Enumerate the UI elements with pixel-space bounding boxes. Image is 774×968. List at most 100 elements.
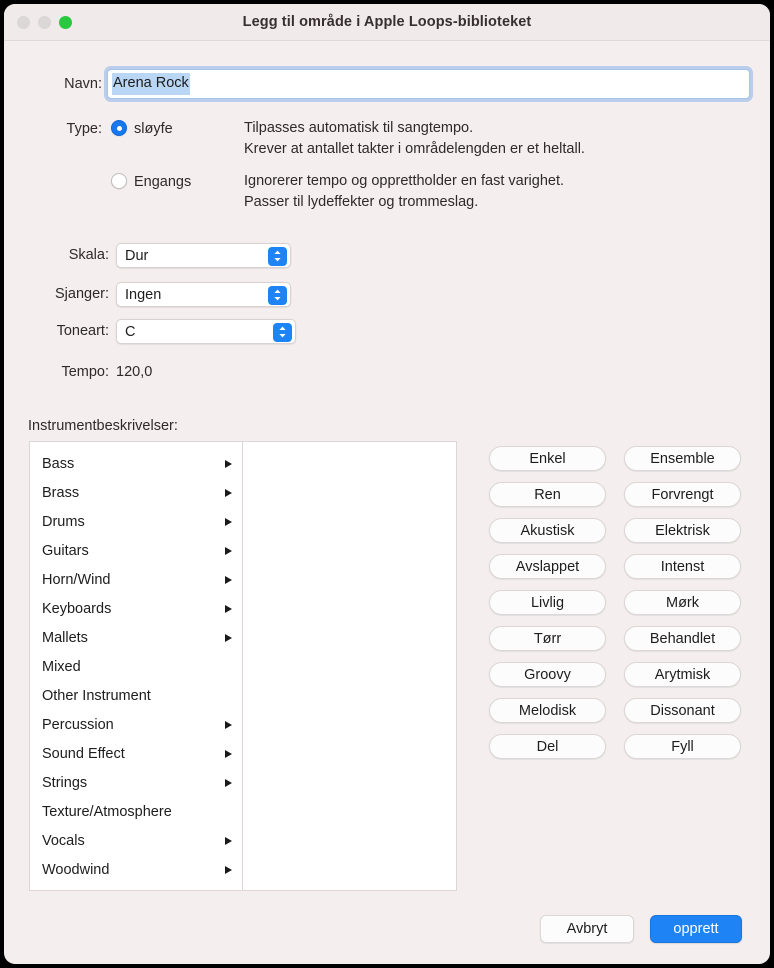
loop-description-line-2: Krever at antallet takter i områdelengde…	[244, 141, 585, 157]
genre-label: Sjanger:	[54, 286, 109, 302]
genre-stepper-icon[interactable]	[268, 285, 287, 305]
radio-loop-label: sløyfe	[134, 121, 173, 137]
oneshot-description-line-1: Ignorerer tempo og opprettholder en fast…	[244, 173, 564, 189]
list-item-label: Bass	[42, 455, 75, 472]
list-item[interactable]: Horn/Wind	[30, 565, 242, 594]
descriptor-button[interactable]: Enkel	[489, 446, 606, 471]
tempo-label: Tempo:	[61, 364, 109, 380]
tempo-value: 120,0	[116, 364, 153, 380]
radio-loop[interactable]	[111, 120, 127, 136]
zoom-button[interactable]	[59, 16, 72, 29]
chevron-right-icon	[225, 575, 232, 584]
descriptor-button[interactable]: Melodisk	[489, 698, 606, 723]
scale-stepper-icon[interactable]	[268, 246, 287, 266]
list-item[interactable]: Woodwind	[30, 855, 242, 884]
list-item[interactable]: Drums	[30, 507, 242, 536]
chevron-right-icon	[225, 749, 232, 758]
key-label: Toneart:	[56, 323, 109, 339]
radio-oneshot-indicator	[111, 173, 127, 189]
list-item[interactable]: Keyboards	[30, 594, 242, 623]
descriptor-button[interactable]: Arytmisk	[624, 662, 741, 687]
name-input-value: Arena Rock	[112, 73, 190, 95]
loop-description-line-1: Tilpasses automatisk til sangtempo.	[244, 120, 474, 136]
list-item[interactable]: Mallets	[30, 623, 242, 652]
cancel-button[interactable]: Avbryt	[540, 915, 634, 943]
traffic-lights	[17, 16, 72, 29]
window-title: Legg til område i Apple Loops-biblioteke…	[242, 14, 532, 30]
instrument-detail-column[interactable]	[243, 442, 456, 890]
list-item-label: Mallets	[42, 629, 88, 646]
chevron-right-icon	[225, 488, 232, 497]
genre-popup[interactable]: Ingen	[116, 282, 291, 307]
chevron-right-icon	[225, 604, 232, 613]
descriptor-button[interactable]: Tørr	[489, 626, 606, 651]
instrument-browser: Bass Brass Drums Guitars Horn/Wind Keyboards M…	[29, 441, 457, 891]
list-item-label: Texture/Atmosphere	[42, 803, 172, 820]
chevron-right-icon	[225, 546, 232, 555]
list-item[interactable]: Percussion	[30, 710, 242, 739]
descriptor-button[interactable]: Behandlet	[624, 626, 741, 651]
list-item-label: Sound Effect	[42, 745, 125, 762]
key-value: C	[125, 323, 136, 340]
list-item-label: Vocals	[42, 832, 85, 849]
scale-popup[interactable]: Dur	[116, 243, 291, 268]
list-item-label: Horn/Wind	[42, 571, 111, 588]
chevron-right-icon	[225, 720, 232, 729]
chevron-right-icon	[225, 836, 232, 845]
descriptor-button[interactable]: Forvrengt	[624, 482, 741, 507]
list-item[interactable]: Texture/Atmosphere	[30, 797, 242, 826]
list-item[interactable]: Other Instrument	[30, 681, 242, 710]
list-item[interactable]: Mixed	[30, 652, 242, 681]
chevron-right-icon	[225, 778, 232, 787]
title-bar: Legg til område i Apple Loops-biblioteke…	[4, 4, 770, 41]
radio-loop-indicator	[111, 120, 127, 136]
key-stepper-icon[interactable]	[273, 322, 292, 342]
list-item-label: Mixed	[42, 658, 81, 675]
list-item-label: Woodwind	[42, 861, 110, 878]
chevron-right-icon	[225, 459, 232, 468]
instruments-label: Instrumentbeskrivelser:	[28, 418, 178, 434]
type-label: Type:	[66, 121, 102, 137]
list-item-label: Strings	[42, 774, 88, 791]
list-item[interactable]: Strings	[30, 768, 242, 797]
minimize-button[interactable]	[38, 16, 51, 29]
radio-oneshot[interactable]	[111, 173, 127, 189]
descriptor-button[interactable]: Groovy	[489, 662, 606, 687]
list-item-label: Other Instrument	[42, 687, 151, 704]
list-item-label: Brass	[42, 484, 80, 501]
chevron-right-icon	[225, 517, 232, 526]
list-item[interactable]: Vocals	[30, 826, 242, 855]
descriptor-button[interactable]: Akustisk	[489, 518, 606, 543]
list-item-label: Guitars	[42, 542, 89, 559]
descriptor-button[interactable]: Dissonant	[624, 698, 741, 723]
radio-oneshot-label: Engangs	[134, 174, 192, 190]
descriptor-button[interactable]: Del	[489, 734, 606, 759]
dialog-window: Legg til område i Apple Loops-biblioteke…	[4, 4, 770, 964]
descriptor-button[interactable]: Ren	[489, 482, 606, 507]
list-item-label: Drums	[42, 513, 85, 530]
descriptor-button[interactable]: Elektrisk	[624, 518, 741, 543]
list-item[interactable]: Bass	[30, 449, 242, 478]
descriptor-button[interactable]: Livlig	[489, 590, 606, 615]
list-item-label: Keyboards	[42, 600, 112, 617]
scale-value: Dur	[125, 247, 149, 264]
create-button[interactable]: opprett	[650, 915, 742, 943]
descriptor-button[interactable]: Mørk	[624, 590, 741, 615]
name-label: Navn:	[64, 76, 102, 92]
chevron-right-icon	[225, 865, 232, 874]
chevron-right-icon	[225, 633, 232, 642]
descriptor-button[interactable]: Ensemble	[624, 446, 741, 471]
close-button[interactable]	[17, 16, 30, 29]
descriptor-button[interactable]: Avslappet	[489, 554, 606, 579]
key-popup[interactable]: C	[116, 319, 296, 344]
scale-label: Skala:	[68, 247, 109, 263]
descriptor-button[interactable]: Intenst	[624, 554, 741, 579]
genre-value: Ingen	[125, 286, 162, 303]
instrument-list[interactable]: Bass Brass Drums Guitars Horn/Wind Keyboards M…	[30, 442, 243, 890]
descriptor-button[interactable]: Fyll	[624, 734, 741, 759]
list-item-label: Percussion	[42, 716, 114, 733]
name-input[interactable]: Arena Rock	[107, 69, 750, 99]
list-item[interactable]: Brass	[30, 478, 242, 507]
list-item[interactable]: Guitars	[30, 536, 242, 565]
list-item[interactable]: Sound Effect	[30, 739, 242, 768]
